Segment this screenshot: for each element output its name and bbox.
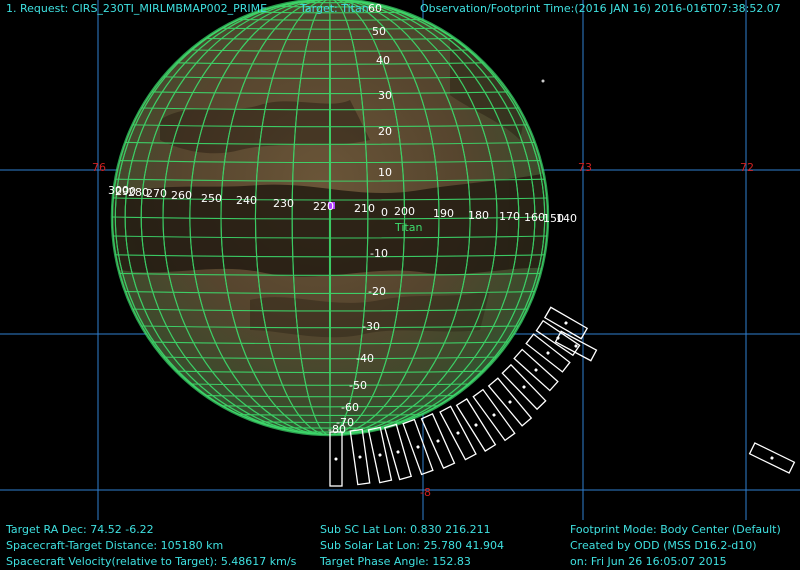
footprint-center: [474, 423, 478, 427]
ra-label-73: 73: [578, 161, 592, 174]
scene-canvas: [0, 0, 800, 520]
lon-label: 160: [524, 211, 545, 224]
footprint-viewer: 1. Request: CIRS_230TI_MIRLMBMAP002_PRIM…: [0, 0, 800, 570]
lat-label: 40: [376, 54, 390, 67]
footprint-center: [564, 321, 568, 325]
footprint-center: [574, 344, 578, 348]
lon-label: 240: [236, 194, 257, 207]
lon-label: 270: [146, 187, 167, 200]
footprint-center: [522, 385, 526, 389]
ra-dec-readout: Target RA Dec: 74.52 -6.22: [6, 523, 154, 536]
footprint-center: [770, 456, 774, 460]
lat-label: -10: [370, 247, 388, 260]
lat-label: -50: [349, 379, 367, 392]
lon-label: 200: [394, 205, 415, 218]
sub-solar-readout: Sub Solar Lat Lon: 25.780 41.904: [320, 539, 504, 552]
lon-label: 170: [499, 210, 520, 223]
lat-label: 50: [372, 25, 386, 38]
titan-disc: [110, 0, 550, 437]
lat-label: 60: [368, 2, 382, 15]
ra-label-76: 76: [92, 161, 106, 174]
distance-readout: Spacecraft-Target Distance: 105180 km: [6, 539, 224, 552]
lon-label: 260: [171, 189, 192, 202]
footprint-center: [492, 413, 496, 417]
creation-date-readout: on: Fri Jun 26 16:05:07 2015: [570, 555, 727, 568]
created-by-readout: Created by ODD (MSS D16.2-d10): [570, 539, 757, 552]
lat-label: -80: [328, 423, 346, 436]
lon-label: 220: [313, 200, 334, 213]
lat-label: -60: [341, 401, 359, 414]
body-label: Titan: [395, 221, 423, 234]
lon-label: 140: [556, 212, 577, 225]
lat-label: 30: [378, 89, 392, 102]
footprint-center: [534, 368, 538, 372]
target-label: Target: Titan: [300, 2, 369, 15]
lat-label: -40: [356, 352, 374, 365]
lon-label: 210: [354, 202, 375, 215]
lon-label: 250: [201, 192, 222, 205]
lat-label: 10: [378, 166, 392, 179]
phase-angle-readout: Target Phase Angle: 152.83: [320, 555, 471, 568]
lon-label: 230: [273, 197, 294, 210]
meridian-line: [328, 0, 332, 435]
star: [541, 79, 545, 83]
lat-label: -20: [368, 285, 386, 298]
lat-label: 0: [381, 206, 388, 219]
footprint-center: [456, 431, 460, 435]
request-label: 1. Request: CIRS_230TI_MIRLMBMAP002_PRIM…: [6, 2, 268, 15]
lat-label: 20: [378, 125, 392, 138]
sub-sc-readout: Sub SC Lat Lon: 0.830 216.211: [320, 523, 491, 536]
dec-label-minus8: -8: [420, 486, 431, 499]
footprint-center: [416, 445, 420, 449]
lon-label: 180: [468, 209, 489, 222]
observation-time: Observation/Footprint Time:(2016 JAN 16)…: [420, 2, 781, 15]
footprint-center: [358, 455, 362, 459]
lat-label: -30: [362, 320, 380, 333]
info-left: Target RA Dec: 74.52 -6.22 Spacecraft-Ta…: [6, 522, 296, 570]
footprint-mode-readout: Footprint Mode: Body Center (Default): [570, 523, 781, 536]
velocity-readout: Spacecraft Velocity(relative to Target):…: [6, 555, 297, 568]
footprint-center: [546, 351, 550, 355]
lon-label: 190: [433, 207, 454, 220]
info-right: Footprint Mode: Body Center (Default) Cr…: [570, 522, 781, 570]
footprint-center: [436, 439, 440, 443]
footprint-center: [378, 453, 382, 457]
footprint-center: [334, 457, 338, 461]
info-mid: Sub SC Lat Lon: 0.830 216.211 Sub Solar …: [320, 522, 504, 570]
footprint-center: [508, 400, 512, 404]
footprint-center: [396, 450, 400, 454]
ra-label-72: 72: [740, 161, 754, 174]
